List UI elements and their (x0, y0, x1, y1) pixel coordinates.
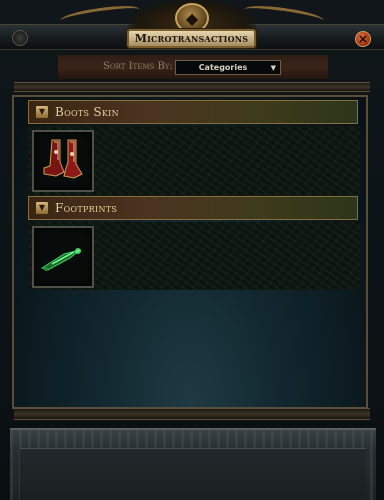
item-slot-footprints[interactable] (32, 226, 94, 288)
category-header-boots-skin[interactable]: ▼ Boots Skin (28, 100, 358, 124)
collapse-chevron-icon[interactable]: ▼ (35, 201, 49, 215)
microtransactions-window: ◆ Microtransactions ✕ Sort Items By: Cat… (0, 0, 384, 500)
sort-label: Sort Items By: (103, 61, 173, 72)
items-panel: ▼ Boots Skin ▼ Footprints (12, 95, 368, 409)
footer-inner-panel (20, 448, 366, 500)
sort-dropdown-value: Categories (198, 63, 248, 72)
category-label: Footprints (55, 201, 118, 215)
footer-stone-frame (10, 428, 376, 500)
category-label: Boots Skin (55, 105, 119, 119)
title-plate: Microtransactions (127, 29, 256, 48)
close-x-icon: ✕ (358, 32, 368, 46)
collapse-chevron-icon[interactable]: ▼ (35, 105, 49, 119)
category-header-footprints[interactable]: ▼ Footprints (28, 196, 358, 220)
left-corner-ornament (12, 30, 28, 46)
sort-dropdown[interactable]: Categories ▼ (175, 60, 281, 75)
window-title: Microtransactions (134, 32, 249, 45)
bottom-divider (14, 408, 370, 420)
item-slot-boots-skin[interactable] (32, 130, 94, 192)
category-items-boots-skin (28, 126, 360, 196)
chevron-down-icon: ▼ (270, 64, 276, 72)
category-items-footprints (28, 222, 360, 290)
close-button[interactable]: ✕ (355, 31, 371, 47)
top-divider (14, 82, 370, 92)
green-footprint-effect-icon (40, 248, 81, 271)
red-boots-icon (43, 139, 83, 179)
